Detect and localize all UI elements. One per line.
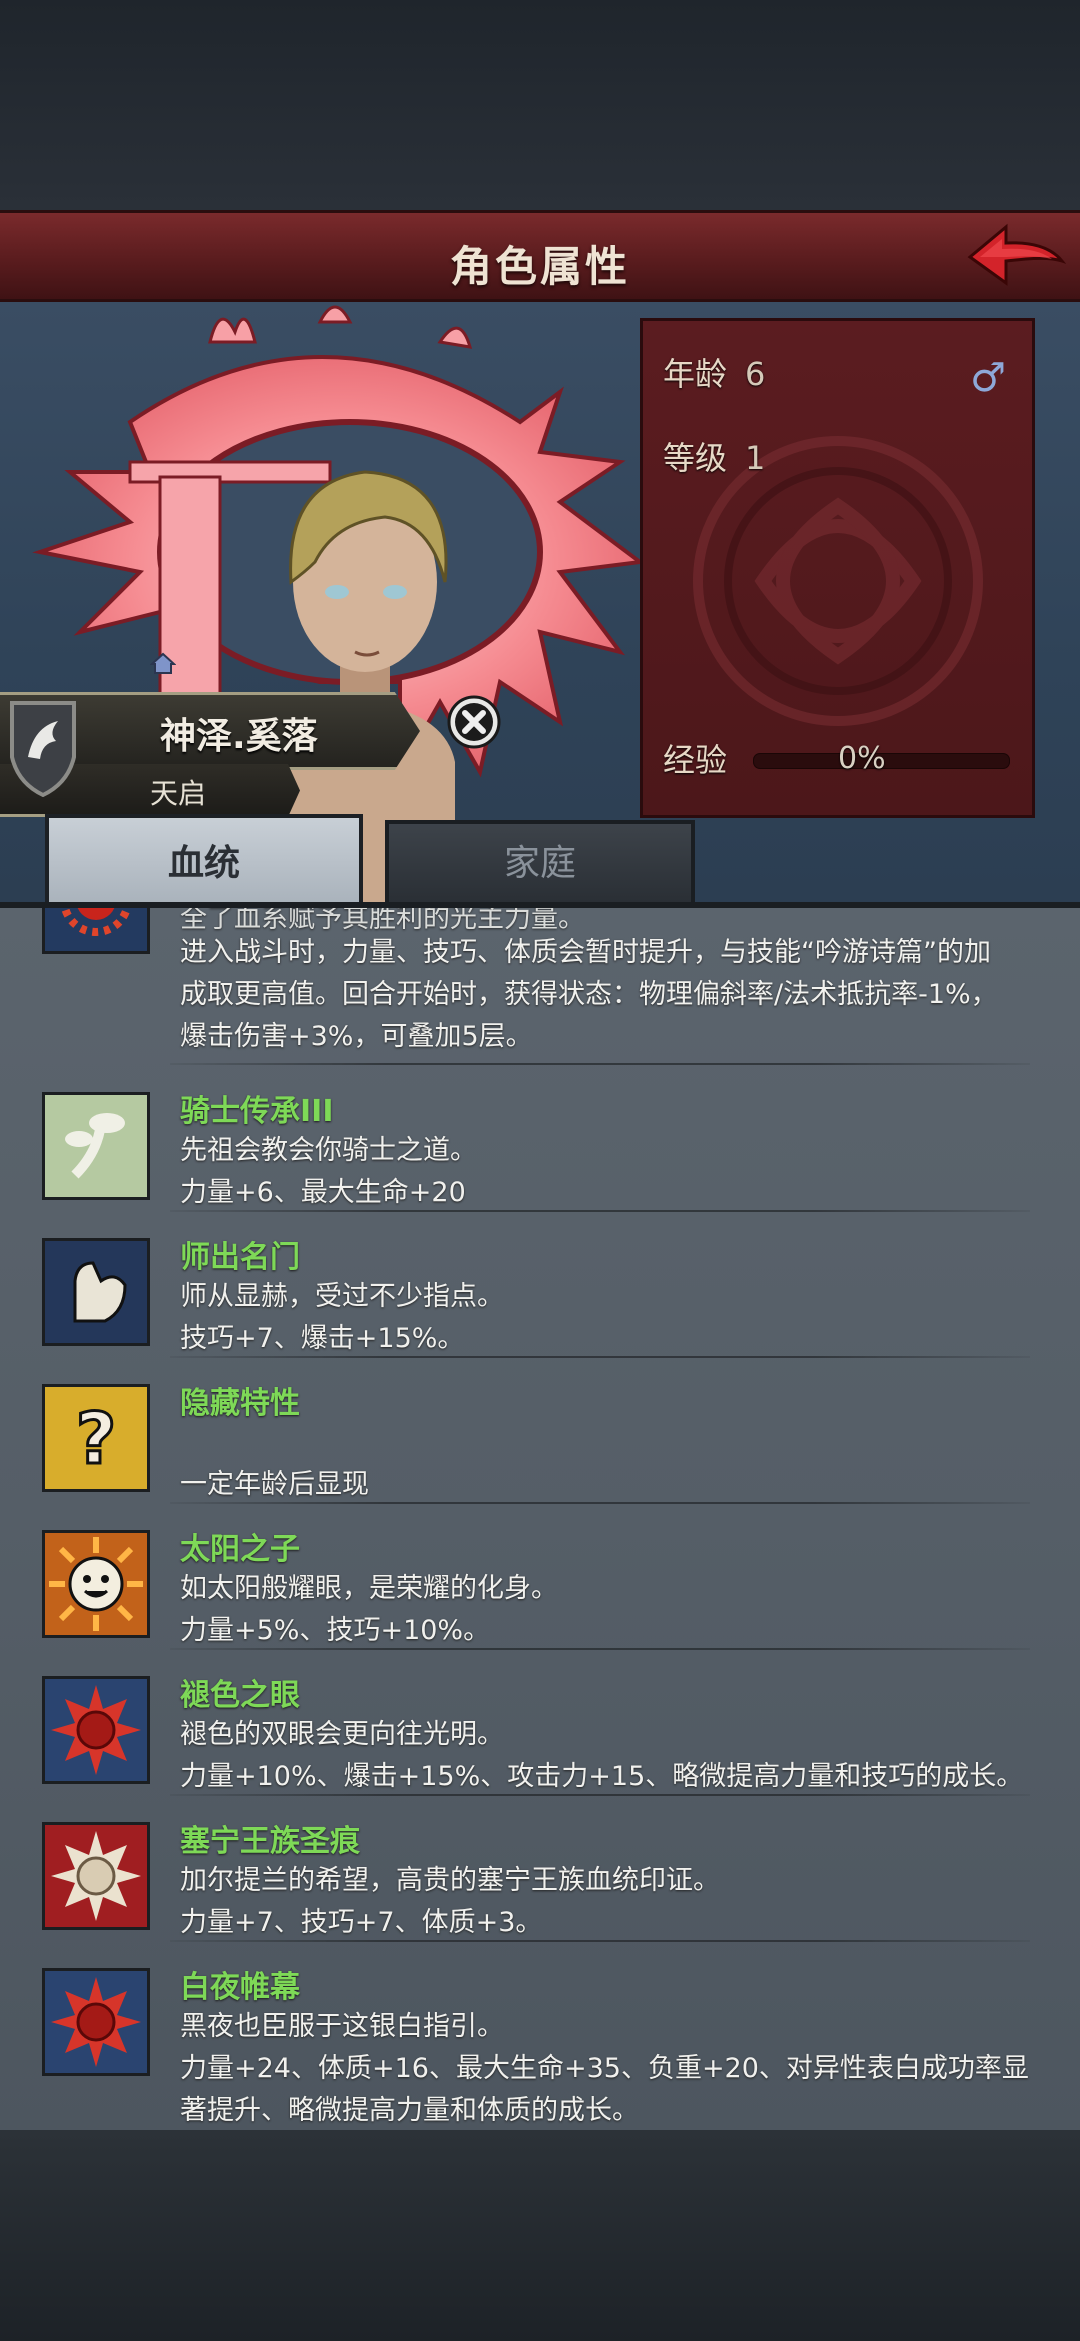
- trait-desc: 褪色的双眼会更向往光明。: [180, 1719, 504, 1750]
- trait-list[interactable]: 全了血系赋予其胜利的光主力量。 进入战斗时，力量、技巧、体质会暂时提升，与技能“…: [0, 908, 1080, 2130]
- flexed-arm-icon: [42, 1238, 150, 1346]
- trait-desc-line-2: 成取更高值。回合开始时，获得状态：物理偏斜率/法术抵抗率-1%，: [180, 979, 998, 1010]
- divider: [170, 1210, 1030, 1212]
- trait-name: 太阳之子: [180, 1532, 300, 1567]
- level-row: 等级 1: [663, 433, 765, 479]
- trait-effect: 一定年龄后显现: [180, 1469, 369, 1500]
- page-title: 角色属性: [449, 242, 630, 291]
- sprout-icon: [42, 1092, 150, 1200]
- trait-effect-line-2: 著提升、略微提高力量和体质的成长。: [180, 2095, 639, 2126]
- back-arrow-icon: [967, 223, 1067, 286]
- trait-name: 白夜帷幕: [180, 1970, 300, 2005]
- title-bar: 角色属性: [0, 210, 1080, 302]
- character-name: 神泽.奚落: [160, 716, 318, 757]
- tab-bar: 血统 家庭: [45, 814, 705, 902]
- divider: [170, 1063, 1030, 1065]
- tab-family[interactable]: 家庭: [385, 820, 695, 902]
- divider: [170, 1794, 1030, 1796]
- white-sun-icon: [42, 1822, 150, 1930]
- trait-desc-line-3: 爆击伤害+3%，可叠加5层。: [180, 1021, 533, 1052]
- age-value: 6: [745, 355, 766, 393]
- divider: [170, 1940, 1030, 1942]
- svg-text:?: ?: [76, 1398, 117, 1480]
- trait-name: 骑士传承III: [180, 1094, 334, 1129]
- level-label: 等级: [663, 439, 728, 477]
- trait-desc: 黑夜也臣服于这银白指引。: [180, 2011, 504, 2042]
- divider: [170, 1356, 1030, 1358]
- red-sun-icon: [42, 908, 150, 954]
- trait-effect: 力量+6、最大生命+20: [180, 1177, 466, 1208]
- close-icon: [447, 695, 501, 749]
- divider: [170, 1502, 1030, 1504]
- character-header: 神泽.奚落 天启 年龄 6 ♂ 等级 1 经验 0% 血统 家庭: [0, 302, 1080, 902]
- character-info-panel: 年龄 6 ♂ 等级 1 经验 0%: [640, 318, 1035, 818]
- back-button[interactable]: [966, 221, 1067, 293]
- bottom-backdrop: [0, 2130, 1080, 2341]
- trait-effect: 技巧+7、爆击+15%。: [180, 1323, 465, 1354]
- tab-bloodline[interactable]: 血统: [45, 814, 363, 902]
- red-sun-icon: [42, 1676, 150, 1784]
- top-backdrop: [0, 0, 1080, 210]
- dragon-shield-icon: [10, 701, 76, 797]
- level-value: 1: [745, 439, 766, 477]
- smiling-sun-icon: [42, 1530, 150, 1638]
- divider: [170, 1648, 1030, 1650]
- age-label: 年龄: [663, 355, 728, 393]
- trait-effect: 力量+24、体质+16、最大生命+35、负重+20、对异性表白成功率显: [180, 2053, 1029, 2084]
- trait-desc: 先祖会教会你骑士之道。: [180, 1135, 477, 1166]
- character-subtitle: 天启: [150, 777, 207, 810]
- trait-desc: 师从显赫，受过不少指点。: [180, 1281, 504, 1312]
- trait-name: 塞宁王族圣痕: [180, 1824, 360, 1859]
- trait-name: 褪色之眼: [180, 1678, 300, 1713]
- trait-name: 隐藏特性: [180, 1386, 300, 1421]
- trait-desc-line-1: 进入战斗时，力量、技巧、体质会暂时提升，与技能“吟游诗篇”的加: [180, 937, 991, 968]
- trait-desc: 加尔提兰的希望，高贵的塞宁王族血统印证。: [180, 1865, 720, 1896]
- trait-name: 师出名门: [180, 1240, 300, 1275]
- close-button[interactable]: [446, 694, 502, 750]
- trait-desc: 如太阳般耀眼，是荣耀的化身。: [180, 1573, 558, 1604]
- home-icon: [150, 652, 176, 674]
- trait-effect: 力量+7、技巧+7、体质+3。: [180, 1907, 543, 1938]
- male-symbol-icon: ♂: [970, 355, 1006, 401]
- trait-effect: 力量+5%、技巧+10%。: [180, 1615, 491, 1646]
- exp-label: 经验: [663, 741, 728, 779]
- trait-effect: 力量+10%、爆击+15%、攻击力+15、略微提高力量和技巧的成长。: [180, 1761, 1024, 1792]
- age-row: 年龄 6: [663, 349, 765, 395]
- exp-percent: 0%: [838, 741, 886, 776]
- question-mark-icon: ?: [42, 1384, 150, 1492]
- red-sun-icon: [42, 1968, 150, 2076]
